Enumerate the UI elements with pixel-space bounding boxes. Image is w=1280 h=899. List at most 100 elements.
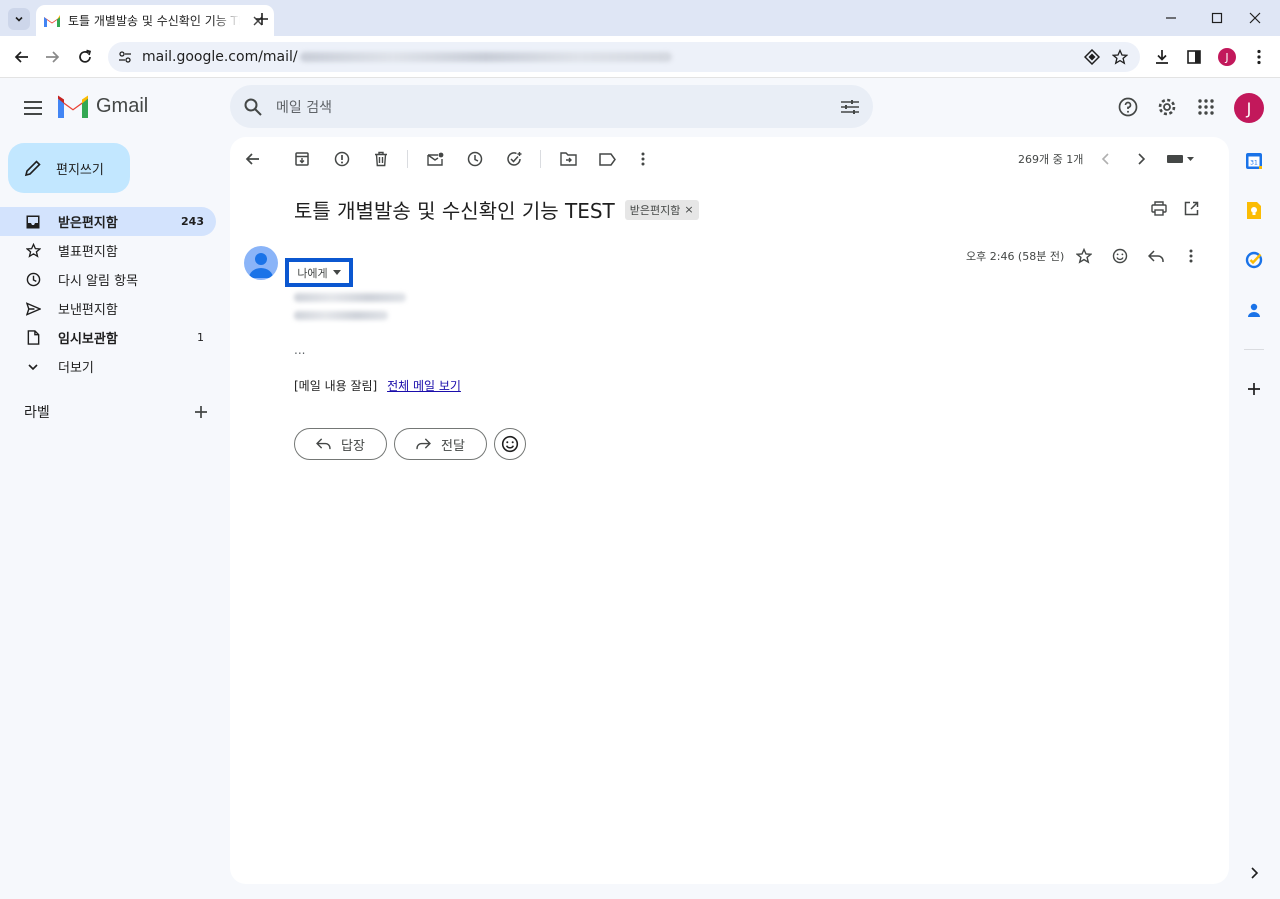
- archive-button[interactable]: [291, 148, 313, 170]
- keep-app-button[interactable]: [1243, 199, 1265, 221]
- caret-down-icon: [333, 270, 341, 275]
- apps-button[interactable]: [1194, 95, 1218, 119]
- downloads-button[interactable]: [1150, 45, 1174, 69]
- back-button[interactable]: [10, 45, 34, 69]
- url-text: mail.google.com/mail/: [142, 49, 298, 65]
- unread-count: 243: [181, 215, 204, 228]
- inbox-icon: [24, 213, 42, 231]
- blurred-body-line: [294, 311, 388, 320]
- older-button[interactable]: [1130, 148, 1152, 170]
- forward-button[interactable]: 전달: [394, 428, 487, 460]
- open-new-window-button[interactable]: [1180, 197, 1202, 219]
- tasks-app-button[interactable]: [1243, 249, 1265, 271]
- print-button[interactable]: [1148, 197, 1170, 219]
- reply-icon: [316, 438, 331, 450]
- gmail-logo-icon: [58, 95, 88, 118]
- forward-label: 전달: [441, 435, 465, 454]
- bookmark-star-icon[interactable]: [1108, 45, 1132, 69]
- input-tools-button[interactable]: [1164, 148, 1198, 170]
- sidebar-item-snoozed[interactable]: 다시 알림 항목: [0, 265, 216, 294]
- message-time: 오후 2:46 (58분 전): [966, 248, 1064, 264]
- star-message-button[interactable]: [1073, 245, 1095, 267]
- browser-menu-button[interactable]: [1247, 45, 1271, 69]
- print-icon: [1151, 201, 1167, 216]
- add-task-icon: [506, 151, 523, 168]
- back-to-inbox-button[interactable]: [242, 148, 264, 170]
- more-vertical-icon: [1257, 49, 1261, 65]
- show-side-panel-button[interactable]: [1243, 862, 1265, 884]
- close-window-button[interactable]: [1232, 6, 1278, 30]
- recipient-details-dropdown[interactable]: 나에게: [285, 258, 353, 287]
- browser-profile-button[interactable]: J: [1215, 45, 1239, 69]
- contacts-icon: [1246, 302, 1262, 318]
- gmail-logo[interactable]: Gmail: [58, 95, 148, 118]
- sidebar-item-more[interactable]: 더보기: [0, 352, 216, 381]
- forward-button[interactable]: [40, 45, 64, 69]
- label-tag-icon: [599, 153, 616, 166]
- add-reaction-button[interactable]: [1109, 245, 1131, 267]
- compose-button[interactable]: 편지쓰기: [8, 143, 130, 193]
- sidebar-item-sent[interactable]: 보낸편지함: [0, 294, 216, 323]
- browser-tab[interactable]: 토틀 개별발송 및 수신확인 기능 TEST - jnmedia@gmail.c…: [36, 5, 274, 36]
- new-tab-button[interactable]: [252, 9, 272, 29]
- browser-tab-bar: 토틀 개별발송 및 수신확인 기능 TEST - jnmedia@gmail.c…: [0, 0, 1280, 36]
- delete-button[interactable]: [370, 148, 392, 170]
- account-avatar[interactable]: J: [1234, 93, 1264, 123]
- archive-icon: [294, 151, 310, 167]
- mail-search-bar[interactable]: 메일 검색: [230, 85, 873, 128]
- reply-icon: [1148, 250, 1164, 263]
- view-entire-message-link[interactable]: 전체 메일 보기: [387, 379, 461, 393]
- settings-button[interactable]: [1155, 95, 1179, 119]
- toolbar-divider: [407, 150, 408, 168]
- sidebar-nav: 받은편지함 243 별표편지함 다시 알림 항목 보낸편지함 임시보관함 1 더…: [0, 207, 216, 381]
- tab-search-button[interactable]: [8, 8, 30, 30]
- emoji-reaction-button[interactable]: [494, 428, 526, 460]
- minimize-button[interactable]: [1148, 6, 1194, 30]
- reply-icon-button[interactable]: [1145, 245, 1167, 267]
- snooze-button[interactable]: [464, 148, 486, 170]
- forward-icon: [416, 438, 431, 450]
- sidebar-item-label: 별표편지함: [58, 241, 204, 260]
- get-addons-button[interactable]: [1243, 378, 1265, 400]
- reload-button[interactable]: [73, 45, 97, 69]
- blurred-body-line: [294, 293, 406, 302]
- side-panel-icon: [1186, 49, 1202, 65]
- clipped-notice: [메일 내용 잘림] 전체 메일 보기: [294, 377, 461, 394]
- sidebar-item-drafts[interactable]: 임시보관함 1: [0, 323, 216, 352]
- plus-icon: [255, 12, 269, 26]
- gmail-logo-text: Gmail: [96, 95, 148, 118]
- add-to-tasks-button[interactable]: [503, 148, 525, 170]
- labels-button[interactable]: [596, 148, 618, 170]
- mark-unread-icon: [427, 152, 444, 167]
- report-spam-button[interactable]: [331, 148, 353, 170]
- contacts-app-button[interactable]: [1243, 299, 1265, 321]
- person-icon: [244, 246, 278, 280]
- subject-text: 토틀 개별발송 및 수신확인 기능 TEST: [294, 195, 615, 224]
- message-panel: 269개 중 1개 토틀 개별발송 및 수신확인 기능 TEST 받은편지함 ×…: [230, 137, 1229, 884]
- search-options-icon[interactable]: [841, 99, 859, 115]
- help-button[interactable]: [1116, 95, 1140, 119]
- open-in-new-icon: [1184, 201, 1199, 216]
- more-actions-button[interactable]: [632, 148, 654, 170]
- add-label-plus-icon[interactable]: [194, 405, 208, 419]
- trimmed-content-ellipsis[interactable]: ...: [294, 343, 305, 357]
- profile-avatar: J: [1218, 48, 1236, 66]
- address-bar[interactable]: mail.google.com/mail/: [108, 42, 1140, 72]
- sidebar-item-inbox[interactable]: 받은편지함 243: [0, 207, 216, 236]
- extension-diamond-icon[interactable]: [1080, 45, 1104, 69]
- side-panel-button[interactable]: [1182, 45, 1206, 69]
- smiley-icon: [1112, 248, 1128, 264]
- reply-label: 답장: [341, 435, 365, 454]
- labels-section: 라벨: [24, 402, 208, 422]
- reply-button[interactable]: 답장: [294, 428, 387, 460]
- move-to-button[interactable]: [557, 148, 579, 170]
- search-input[interactable]: 메일 검색: [276, 97, 841, 117]
- remove-label-icon[interactable]: ×: [684, 203, 693, 216]
- calendar-app-button[interactable]: 31: [1243, 150, 1265, 172]
- sidebar-item-starred[interactable]: 별표편지함: [0, 236, 216, 265]
- message-more-button[interactable]: [1180, 245, 1202, 267]
- main-menu-button[interactable]: [20, 95, 46, 121]
- plus-icon: [1247, 382, 1261, 396]
- mark-unread-button[interactable]: [424, 148, 446, 170]
- newer-button[interactable]: [1095, 148, 1117, 170]
